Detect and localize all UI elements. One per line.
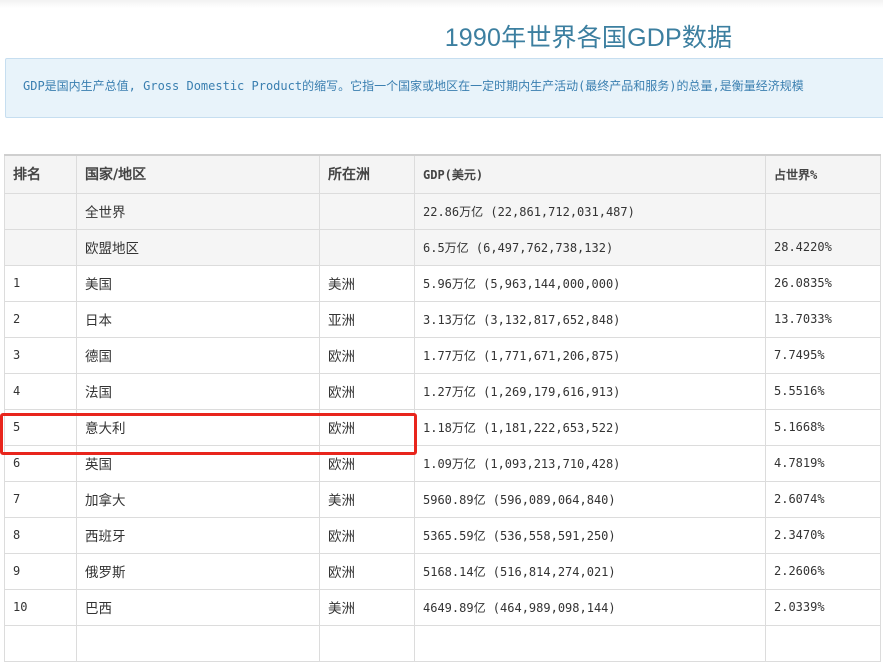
cell-country: 德国	[76, 336, 320, 374]
header-gdp[interactable]: GDP(美元)	[414, 154, 766, 194]
cell-share: 13.7033%	[765, 300, 881, 338]
intro-box: GDP是国内生产总值, Gross Domestic Product的缩写。它指…	[5, 58, 883, 118]
table-row	[4, 624, 881, 662]
table-row: 1 美国 美洲 5.96万亿 (5,963,144,000,000) 26.0835%	[4, 264, 881, 302]
cell-gdp: 22.86万亿 (22,861,712,031,487)	[414, 192, 766, 230]
cell-rank: 9	[4, 552, 77, 590]
cell-country: 意大利	[76, 408, 320, 446]
top-bar	[0, 0, 883, 8]
cell-country	[76, 624, 320, 662]
cell-continent: 欧洲	[319, 336, 415, 374]
cell-rank: 3	[4, 336, 77, 374]
page-title: 1990年世界各国GDP数据	[444, 24, 733, 52]
cell-rank	[4, 192, 77, 230]
cell-rank: 4	[4, 372, 77, 410]
cell-continent: 欧洲	[319, 516, 415, 554]
cell-share: 7.7495%	[765, 336, 881, 374]
table-row: 全世界 22.86万亿 (22,861,712,031,487)	[4, 192, 881, 230]
cell-country: 法国	[76, 372, 320, 410]
header-country[interactable]: 国家/地区	[76, 154, 320, 194]
cell-continent: 欧洲	[319, 408, 415, 446]
cell-continent: 欧洲	[319, 372, 415, 410]
cell-country: 加拿大	[76, 480, 320, 518]
cell-rank: 5	[4, 408, 77, 446]
header-rank[interactable]: 排名	[4, 154, 77, 194]
cell-gdp: 4649.89亿 (464,989,098,144)	[414, 588, 766, 626]
cell-gdp: 1.77万亿 (1,771,671,206,875)	[414, 336, 766, 374]
cell-rank: 10	[4, 588, 77, 626]
cell-rank	[4, 624, 77, 662]
table-row: 5 意大利 欧洲 1.18万亿 (1,181,222,653,522) 5.1668%	[4, 408, 881, 446]
cell-share: 2.6074%	[765, 480, 881, 518]
cell-gdp: 3.13万亿 (3,132,817,652,848)	[414, 300, 766, 338]
cell-share: 2.3470%	[765, 516, 881, 554]
cell-country: 全世界	[76, 192, 320, 230]
cell-rank: 1	[4, 264, 77, 302]
table-row: 10 巴西 美洲 4649.89亿 (464,989,098,144) 2.0339%	[4, 588, 881, 626]
cell-share: 4.7819%	[765, 444, 881, 482]
table-row: 4 法国 欧洲 1.27万亿 (1,269,179,616,913) 5.5516%	[4, 372, 881, 410]
cell-share: 5.1668%	[765, 408, 881, 446]
cell-country: 巴西	[76, 588, 320, 626]
cell-share: 2.0339%	[765, 588, 881, 626]
cell-continent	[319, 192, 415, 230]
gdp-table: 排名 国家/地区 所在洲 GDP(美元) 占世界% 全世界 22.86万亿 (22…	[4, 154, 881, 662]
cell-rank	[4, 228, 77, 266]
cell-rank: 8	[4, 516, 77, 554]
cell-gdp: 5365.59亿 (536,558,591,250)	[414, 516, 766, 554]
cell-share: 2.2606%	[765, 552, 881, 590]
cell-rank: 6	[4, 444, 77, 482]
table-row: 3 德国 欧洲 1.77万亿 (1,771,671,206,875) 7.7495%	[4, 336, 881, 374]
cell-continent: 美洲	[319, 480, 415, 518]
cell-share: 5.5516%	[765, 372, 881, 410]
cell-share	[765, 624, 881, 662]
cell-share	[765, 192, 881, 230]
cell-gdp: 1.27万亿 (1,269,179,616,913)	[414, 372, 766, 410]
cell-country: 美国	[76, 264, 320, 302]
cell-country: 英国	[76, 444, 320, 482]
cell-continent	[319, 228, 415, 266]
cell-continent: 欧洲	[319, 444, 415, 482]
cell-gdp: 6.5万亿 (6,497,762,738,132)	[414, 228, 766, 266]
cell-continent: 亚洲	[319, 300, 415, 338]
cell-continent: 美洲	[319, 264, 415, 302]
cell-rank: 2	[4, 300, 77, 338]
intro-text: GDP是国内生产总值, Gross Domestic Product的缩写。它指…	[23, 79, 804, 93]
cell-gdp: 1.18万亿 (1,181,222,653,522)	[414, 408, 766, 446]
cell-gdp: 5168.14亿 (516,814,274,021)	[414, 552, 766, 590]
cell-gdp: 5.96万亿 (5,963,144,000,000)	[414, 264, 766, 302]
table-row: 8 西班牙 欧洲 5365.59亿 (536,558,591,250) 2.3470%	[4, 516, 881, 554]
cell-gdp: 1.09万亿 (1,093,213,710,428)	[414, 444, 766, 482]
table-row: 2 日本 亚洲 3.13万亿 (3,132,817,652,848) 13.7033%	[4, 300, 881, 338]
cell-country: 欧盟地区	[76, 228, 320, 266]
cell-gdp	[414, 624, 766, 662]
cell-share: 26.0835%	[765, 264, 881, 302]
table-header-row: 排名 国家/地区 所在洲 GDP(美元) 占世界%	[4, 154, 881, 194]
cell-continent: 美洲	[319, 588, 415, 626]
cell-continent: 欧洲	[319, 552, 415, 590]
header-continent[interactable]: 所在洲	[319, 154, 415, 194]
cell-country: 日本	[76, 300, 320, 338]
cell-country: 俄罗斯	[76, 552, 320, 590]
header-share[interactable]: 占世界%	[765, 154, 881, 194]
cell-gdp: 5960.89亿 (596,089,064,840)	[414, 480, 766, 518]
table-row: 6 英国 欧洲 1.09万亿 (1,093,213,710,428) 4.7819%	[4, 444, 881, 482]
table-row: 9 俄罗斯 欧洲 5168.14亿 (516,814,274,021) 2.2606%	[4, 552, 881, 590]
cell-rank: 7	[4, 480, 77, 518]
cell-country: 西班牙	[76, 516, 320, 554]
cell-share: 28.4220%	[765, 228, 881, 266]
table-row: 7 加拿大 美洲 5960.89亿 (596,089,064,840) 2.6074%	[4, 480, 881, 518]
table-row: 欧盟地区 6.5万亿 (6,497,762,738,132) 28.4220%	[4, 228, 881, 266]
cell-continent	[319, 624, 415, 662]
